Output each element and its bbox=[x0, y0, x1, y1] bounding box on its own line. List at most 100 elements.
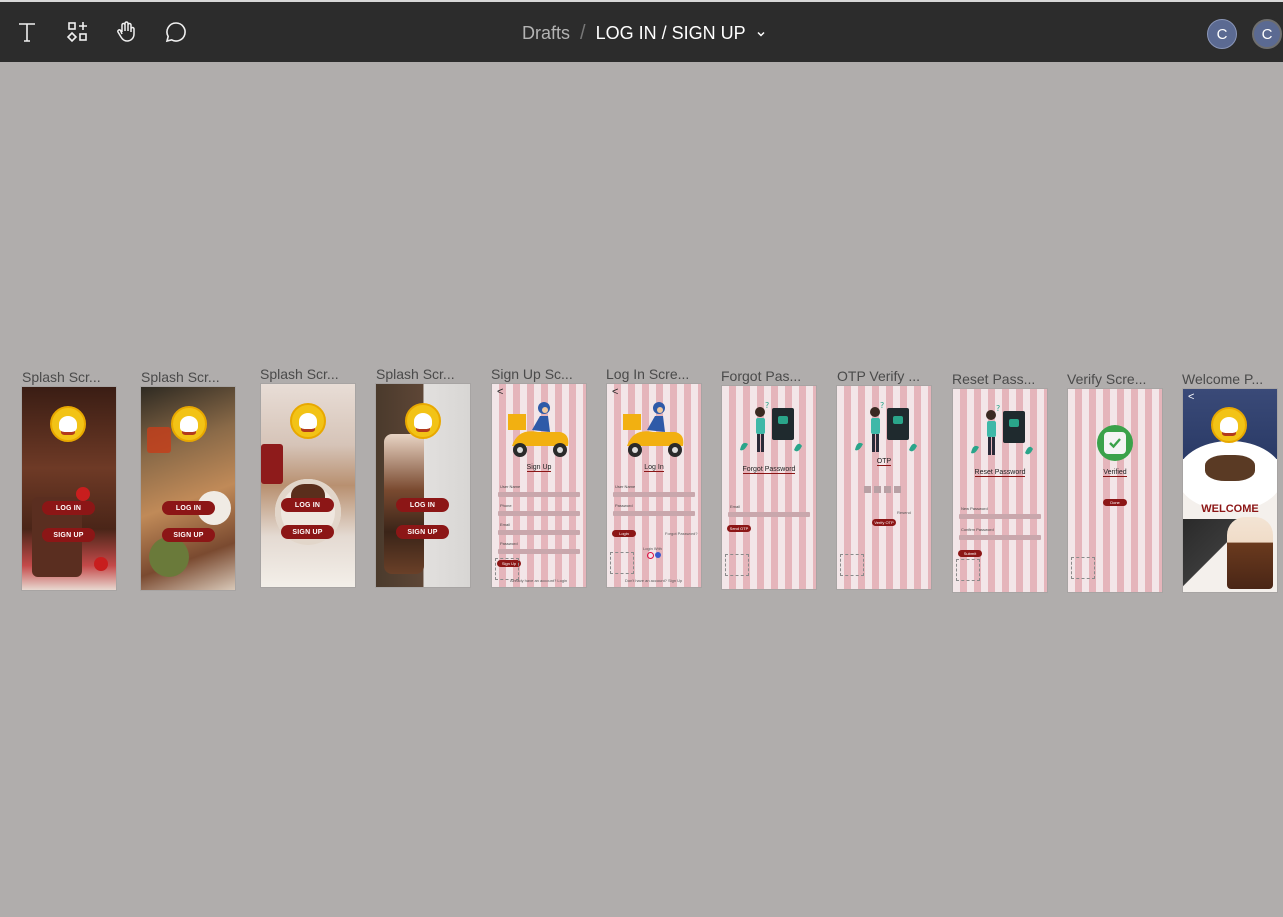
screen-title: Forgot Password bbox=[742, 466, 796, 474]
email-field[interactable] bbox=[498, 530, 580, 535]
google-icon[interactable] bbox=[647, 552, 654, 559]
avatar-current-user[interactable]: C bbox=[1252, 19, 1282, 49]
screen-title: Log In bbox=[644, 464, 664, 472]
frame-forgot-password-screen[interactable]: ? Forgot Password Email Send OTP bbox=[722, 386, 816, 589]
screen-title: Sign Up bbox=[526, 464, 552, 472]
svg-text:?: ? bbox=[996, 404, 1000, 413]
field-label: Email bbox=[500, 522, 511, 527]
back-arrow-icon[interactable]: < bbox=[1188, 391, 1194, 403]
login-button[interactable]: LOG IN bbox=[162, 501, 215, 515]
frame-otp-verify-screen[interactable]: ? OTP Resend Verify OTP bbox=[837, 386, 931, 589]
field-label: Confirm Password bbox=[961, 527, 994, 532]
new-password-field[interactable] bbox=[959, 514, 1041, 519]
frame-label-log-in[interactable]: Log In Scre... bbox=[606, 366, 689, 382]
frame-label-forgot-password[interactable]: Forgot Pas... bbox=[721, 368, 801, 384]
app-logo-icon bbox=[405, 403, 441, 439]
frame-splash-screen-1[interactable]: LOG IN SIGN UP bbox=[22, 387, 116, 590]
strawberry-image bbox=[76, 487, 90, 501]
comment-icon bbox=[165, 22, 186, 43]
breadcrumb-drafts-link[interactable]: Drafts bbox=[522, 23, 570, 44]
facebook-icon[interactable] bbox=[655, 552, 661, 558]
back-arrow-icon[interactable]: < bbox=[612, 386, 618, 398]
cupcake-image bbox=[1227, 517, 1273, 589]
confused-woman-illustration: ? bbox=[855, 401, 917, 452]
frame-label-splash-3[interactable]: Splash Scr... bbox=[260, 366, 339, 382]
field-label: Password bbox=[500, 541, 518, 546]
login-button[interactable]: LOG IN bbox=[42, 501, 95, 515]
frame-sign-up-screen[interactable]: < Sign Up User Name Phone Email Password… bbox=[492, 384, 586, 587]
text-tool-button[interactable] bbox=[11, 16, 43, 48]
screen-title: Reset Password bbox=[974, 469, 1026, 477]
comment-tool-button[interactable] bbox=[160, 16, 192, 48]
otp-digit-box[interactable] bbox=[874, 486, 881, 493]
username-field[interactable] bbox=[498, 492, 580, 497]
phone-field[interactable] bbox=[498, 511, 580, 516]
frame-splash-screen-4[interactable]: LOG IN SIGN UP bbox=[376, 384, 470, 587]
signup-button[interactable]: SIGN UP bbox=[396, 525, 449, 539]
top-toolbar: Drafts / LOG IN / SIGN UP C C bbox=[0, 0, 1283, 62]
frame-verify-screen[interactable]: Verified Done bbox=[1068, 389, 1162, 592]
frame-label-splash-1[interactable]: Splash Scr... bbox=[22, 369, 101, 385]
submit-button[interactable]: Submit bbox=[958, 550, 982, 557]
frame-welcome-screen[interactable]: < WELCOME bbox=[1183, 389, 1277, 592]
back-arrow-icon[interactable]: < bbox=[497, 386, 503, 398]
username-field[interactable] bbox=[613, 492, 695, 497]
placeholder-box bbox=[956, 559, 980, 581]
frame-label-reset-password[interactable]: Reset Pass... bbox=[952, 371, 1035, 387]
app-logo-icon bbox=[290, 403, 326, 439]
frame-splash-screen-2[interactable]: LOG IN SIGN UP bbox=[141, 387, 235, 590]
svg-text:?: ? bbox=[880, 401, 884, 410]
frame-splash-screen-3[interactable]: LOG IN SIGN UP bbox=[261, 384, 355, 587]
login-prompt[interactable]: Already have an account? Login bbox=[510, 578, 567, 583]
frame-label-welcome[interactable]: Welcome P... bbox=[1182, 371, 1263, 387]
wine-glass-image bbox=[261, 444, 283, 484]
placeholder-box bbox=[725, 554, 749, 576]
email-field[interactable] bbox=[728, 512, 810, 517]
signup-button[interactable]: SIGN UP bbox=[42, 528, 95, 542]
avatar[interactable]: C bbox=[1207, 19, 1237, 49]
breadcrumb-separator: / bbox=[580, 22, 586, 44]
login-button[interactable]: LOG IN bbox=[396, 498, 449, 512]
forgot-password-link[interactable]: Forgot Password? bbox=[665, 531, 697, 536]
resend-link[interactable]: Resend bbox=[897, 510, 911, 515]
field-label: New Password bbox=[961, 506, 988, 511]
welcome-title: WELCOME bbox=[1201, 503, 1259, 515]
hand-tool-button[interactable] bbox=[110, 16, 142, 48]
signup-button[interactable]: SIGN UP bbox=[281, 525, 334, 539]
app-logo-icon bbox=[171, 406, 207, 442]
password-field[interactable] bbox=[613, 511, 695, 516]
field-label: User Name bbox=[500, 484, 521, 489]
frame-reset-password-screen[interactable]: ? Reset Password New Password Confirm Pa… bbox=[953, 389, 1047, 592]
frame-label-sign-up[interactable]: Sign Up Sc... bbox=[491, 366, 573, 382]
send-otp-button[interactable]: Send OTP bbox=[727, 525, 751, 532]
frame-label-otp-verify[interactable]: OTP Verify ... bbox=[837, 368, 920, 384]
verify-otp-button[interactable]: Verify OTP bbox=[872, 519, 896, 526]
delivery-scooter-illustration bbox=[508, 402, 569, 457]
delivery-scooter-illustration bbox=[623, 402, 684, 457]
frame-log-in-screen[interactable]: < Log In User Name Password Login Forgot… bbox=[607, 384, 701, 587]
file-name[interactable]: LOG IN / SIGN UP bbox=[596, 23, 746, 44]
frame-label-splash-4[interactable]: Splash Scr... bbox=[376, 366, 455, 382]
login-button[interactable]: Login bbox=[612, 530, 636, 537]
components-icon bbox=[66, 22, 87, 43]
done-button[interactable]: Done bbox=[1103, 499, 1127, 506]
components-tool-button[interactable] bbox=[62, 16, 94, 48]
signup-prompt[interactable]: Don't have an account? Sign Up bbox=[625, 578, 682, 583]
dish-image bbox=[1205, 455, 1255, 481]
frame-label-verify[interactable]: Verify Scre... bbox=[1067, 371, 1146, 387]
signup-button[interactable]: SIGN UP bbox=[162, 528, 215, 542]
chevron-down-icon[interactable] bbox=[756, 29, 766, 39]
password-field[interactable] bbox=[498, 549, 580, 554]
field-label: User Name bbox=[615, 484, 636, 489]
drink-glass-image bbox=[147, 427, 171, 453]
confused-woman-illustration: ? bbox=[740, 401, 802, 452]
otp-digit-box[interactable] bbox=[894, 486, 901, 493]
frame-label-splash-2[interactable]: Splash Scr... bbox=[141, 369, 220, 385]
app-logo-icon bbox=[1211, 407, 1247, 443]
confirm-password-field[interactable] bbox=[959, 535, 1041, 540]
field-label: Password bbox=[615, 503, 633, 508]
otp-digit-box[interactable] bbox=[884, 486, 891, 493]
svg-text:?: ? bbox=[765, 401, 769, 410]
otp-digit-box[interactable] bbox=[864, 486, 871, 493]
login-button[interactable]: LOG IN bbox=[281, 498, 334, 512]
